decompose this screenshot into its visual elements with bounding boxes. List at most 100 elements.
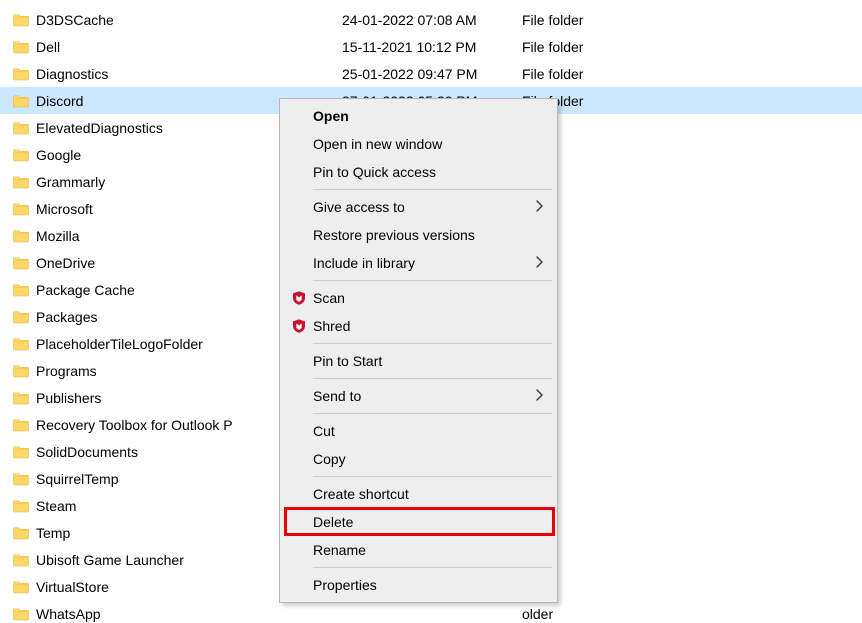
- folder-icon: [12, 362, 30, 380]
- folder-icon-cell: [0, 254, 36, 272]
- file-type: older: [522, 174, 862, 190]
- file-type: older: [522, 606, 862, 622]
- file-row[interactable]: Diagnostics25-01-2022 09:47 PMFile folde…: [0, 60, 862, 87]
- folder-icon-cell: [0, 524, 36, 542]
- ctx-item-give-access-to[interactable]: Give access to: [283, 193, 554, 221]
- ctx-item-label: Copy: [311, 451, 534, 467]
- file-row[interactable]: WhatsApp older: [0, 600, 862, 623]
- folder-icon: [12, 335, 30, 353]
- folder-icon-cell: [0, 200, 36, 218]
- folder-icon: [12, 470, 30, 488]
- folder-icon: [12, 389, 30, 407]
- folder-icon: [12, 551, 30, 569]
- ctx-item-copy[interactable]: Copy: [283, 445, 554, 473]
- ctx-separator: [313, 476, 552, 477]
- ctx-item-properties[interactable]: Properties: [283, 571, 554, 599]
- mcafee-icon: [287, 290, 311, 306]
- file-type: File folder: [522, 39, 862, 55]
- ctx-item-delete[interactable]: Delete: [283, 508, 554, 536]
- folder-icon: [12, 173, 30, 191]
- file-date: 25-01-2022 09:47 PM: [342, 66, 522, 82]
- ctx-item-open[interactable]: Open: [283, 102, 554, 130]
- ctx-item-label: Open in new window: [311, 136, 534, 152]
- ctx-separator: [313, 189, 552, 190]
- folder-icon: [12, 443, 30, 461]
- file-name: Diagnostics: [36, 66, 342, 82]
- file-type: older: [522, 390, 862, 406]
- ctx-separator: [313, 413, 552, 414]
- ctx-item-label: Pin to Start: [311, 353, 534, 369]
- folder-icon-cell: [0, 11, 36, 29]
- file-name: D3DSCache: [36, 12, 342, 28]
- file-type: File folder: [522, 93, 862, 109]
- folder-icon: [12, 416, 30, 434]
- file-date: 24-01-2022 07:08 AM: [342, 12, 522, 28]
- ctx-item-shred[interactable]: Shred: [283, 312, 554, 340]
- file-type: older: [522, 579, 862, 595]
- folder-icon: [12, 308, 30, 326]
- folder-icon: [12, 578, 30, 596]
- ctx-item-label: Shred: [311, 318, 534, 334]
- folder-icon-cell: [0, 146, 36, 164]
- folder-icon: [12, 281, 30, 299]
- ctx-item-label: Rename: [311, 542, 534, 558]
- ctx-item-send-to[interactable]: Send to: [283, 382, 554, 410]
- file-type: older: [522, 363, 862, 379]
- file-type: File folder: [522, 66, 862, 82]
- folder-icon: [12, 119, 30, 137]
- ctx-item-scan[interactable]: Scan: [283, 284, 554, 312]
- folder-icon: [12, 65, 30, 83]
- folder-icon: [12, 254, 30, 272]
- context-menu: Open Open in new window Pin to Quick acces…: [279, 98, 558, 603]
- ctx-separator: [313, 567, 552, 568]
- file-type: File folder: [522, 12, 862, 28]
- folder-icon: [12, 524, 30, 542]
- file-name: Dell: [36, 39, 342, 55]
- folder-icon: [12, 227, 30, 245]
- ctx-item-label: Scan: [311, 290, 534, 306]
- file-type: older: [522, 120, 862, 136]
- folder-icon-cell: [0, 227, 36, 245]
- chevron-right-icon: [534, 389, 544, 401]
- file-type: older: [522, 336, 862, 352]
- ctx-separator: [313, 378, 552, 379]
- folder-icon: [12, 605, 30, 623]
- ctx-item-open-in-new-window[interactable]: Open in new window: [283, 130, 554, 158]
- file-row[interactable]: D3DSCache24-01-2022 07:08 AMFile folder: [0, 6, 862, 33]
- file-name: WhatsApp: [36, 606, 342, 622]
- folder-icon-cell: [0, 281, 36, 299]
- file-type: older: [522, 417, 862, 433]
- submenu-arrow-icon: [534, 199, 550, 215]
- file-row[interactable]: Dell15-11-2021 10:12 PMFile folder: [0, 33, 862, 60]
- ctx-item-label: Delete: [311, 514, 534, 530]
- file-type: older: [522, 147, 862, 163]
- chevron-right-icon: [534, 256, 544, 268]
- ctx-item-label: Give access to: [311, 199, 534, 215]
- ctx-item-label: Send to: [311, 388, 534, 404]
- file-type: older: [522, 309, 862, 325]
- ctx-item-rename[interactable]: Rename: [283, 536, 554, 564]
- ctx-item-cut[interactable]: Cut: [283, 417, 554, 445]
- chevron-right-icon: [534, 200, 544, 212]
- submenu-arrow-icon: [534, 388, 550, 404]
- mcafee-shield-icon: [291, 318, 307, 334]
- file-type: older: [522, 228, 862, 244]
- file-date: 15-11-2021 10:12 PM: [342, 39, 522, 55]
- ctx-item-label: Cut: [311, 423, 534, 439]
- folder-icon: [12, 497, 30, 515]
- folder-icon: [12, 146, 30, 164]
- folder-icon-cell: [0, 335, 36, 353]
- ctx-item-label: Restore previous versions: [311, 227, 534, 243]
- ctx-item-label: Pin to Quick access: [311, 164, 534, 180]
- ctx-item-pin-to-start[interactable]: Pin to Start: [283, 347, 554, 375]
- folder-icon-cell: [0, 443, 36, 461]
- folder-icon: [12, 92, 30, 110]
- ctx-item-include-in-library[interactable]: Include in library: [283, 249, 554, 277]
- ctx-item-label: Properties: [311, 577, 534, 593]
- file-type: older: [522, 471, 862, 487]
- ctx-item-create-shortcut[interactable]: Create shortcut: [283, 480, 554, 508]
- folder-icon-cell: [0, 308, 36, 326]
- ctx-item-pin-to-quick-access[interactable]: Pin to Quick access: [283, 158, 554, 186]
- ctx-item-restore-previous-versions[interactable]: Restore previous versions: [283, 221, 554, 249]
- ctx-item-label: Create shortcut: [311, 486, 534, 502]
